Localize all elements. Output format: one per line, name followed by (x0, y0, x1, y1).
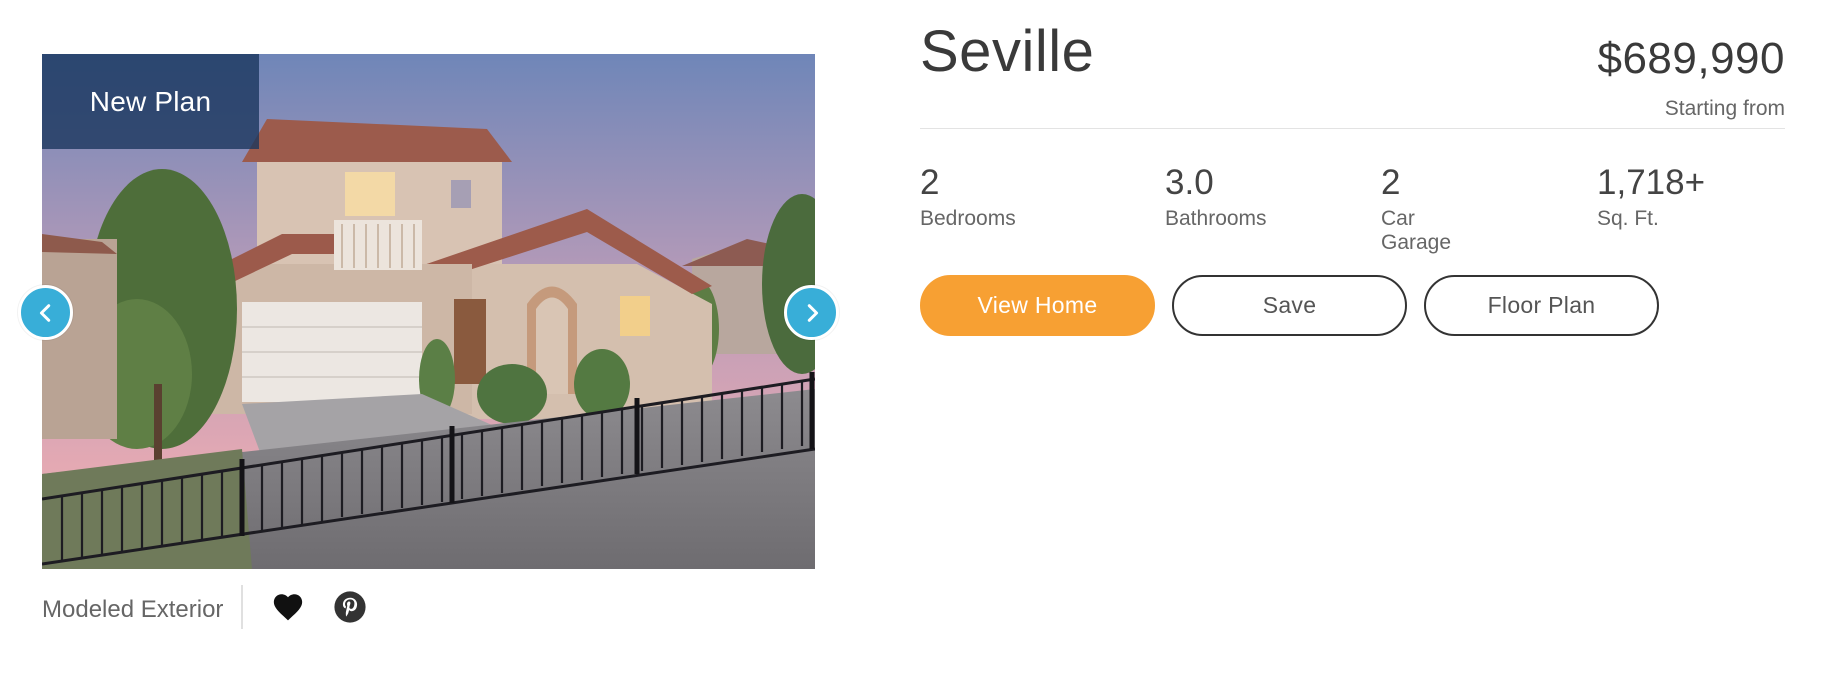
plan-name: Seville (920, 19, 1095, 84)
pinterest-icon (334, 591, 367, 623)
plan-price: $689,990 (1597, 34, 1785, 83)
stat-label: Car Garage (1381, 207, 1452, 254)
stat-car-garage: 2 Car Garage (1381, 163, 1451, 255)
stat-bedrooms: 2 Bedrooms (920, 163, 1016, 231)
stat-value: 3.0 (1165, 163, 1214, 202)
stat-bathrooms: 3.0 Bathrooms (1165, 163, 1267, 231)
image-caption-row: Modeled Exterior (42, 585, 367, 629)
previous-image-button[interactable] (18, 285, 73, 340)
image-caption: Modeled Exterior (42, 585, 244, 629)
next-image-button[interactable] (784, 285, 839, 340)
view-home-button[interactable]: View Home (920, 275, 1155, 336)
stat-value: 2 (1381, 163, 1401, 202)
stat-label: Bathrooms (1165, 207, 1267, 230)
image-gallery: New Plan (18, 54, 839, 569)
chevron-left-icon (39, 303, 50, 322)
divider (920, 128, 1785, 129)
floor-plan-button[interactable]: Floor Plan (1424, 275, 1659, 336)
stat-square-feet: 1,718+ Sq. Ft. (1597, 163, 1705, 231)
price-note: Starting from (1664, 97, 1785, 120)
heart-icon (274, 594, 303, 621)
save-button[interactable]: Save (1172, 275, 1407, 336)
stat-label: Bedrooms (920, 207, 1016, 230)
stat-value: 1,718+ (1597, 163, 1706, 202)
chevron-right-icon (807, 303, 818, 322)
stat-value: 2 (920, 163, 940, 202)
stat-label: Sq. Ft. (1597, 207, 1659, 230)
pinterest-button[interactable] (333, 590, 367, 624)
favorite-button[interactable] (271, 590, 305, 624)
new-plan-badge: New Plan (42, 54, 259, 149)
